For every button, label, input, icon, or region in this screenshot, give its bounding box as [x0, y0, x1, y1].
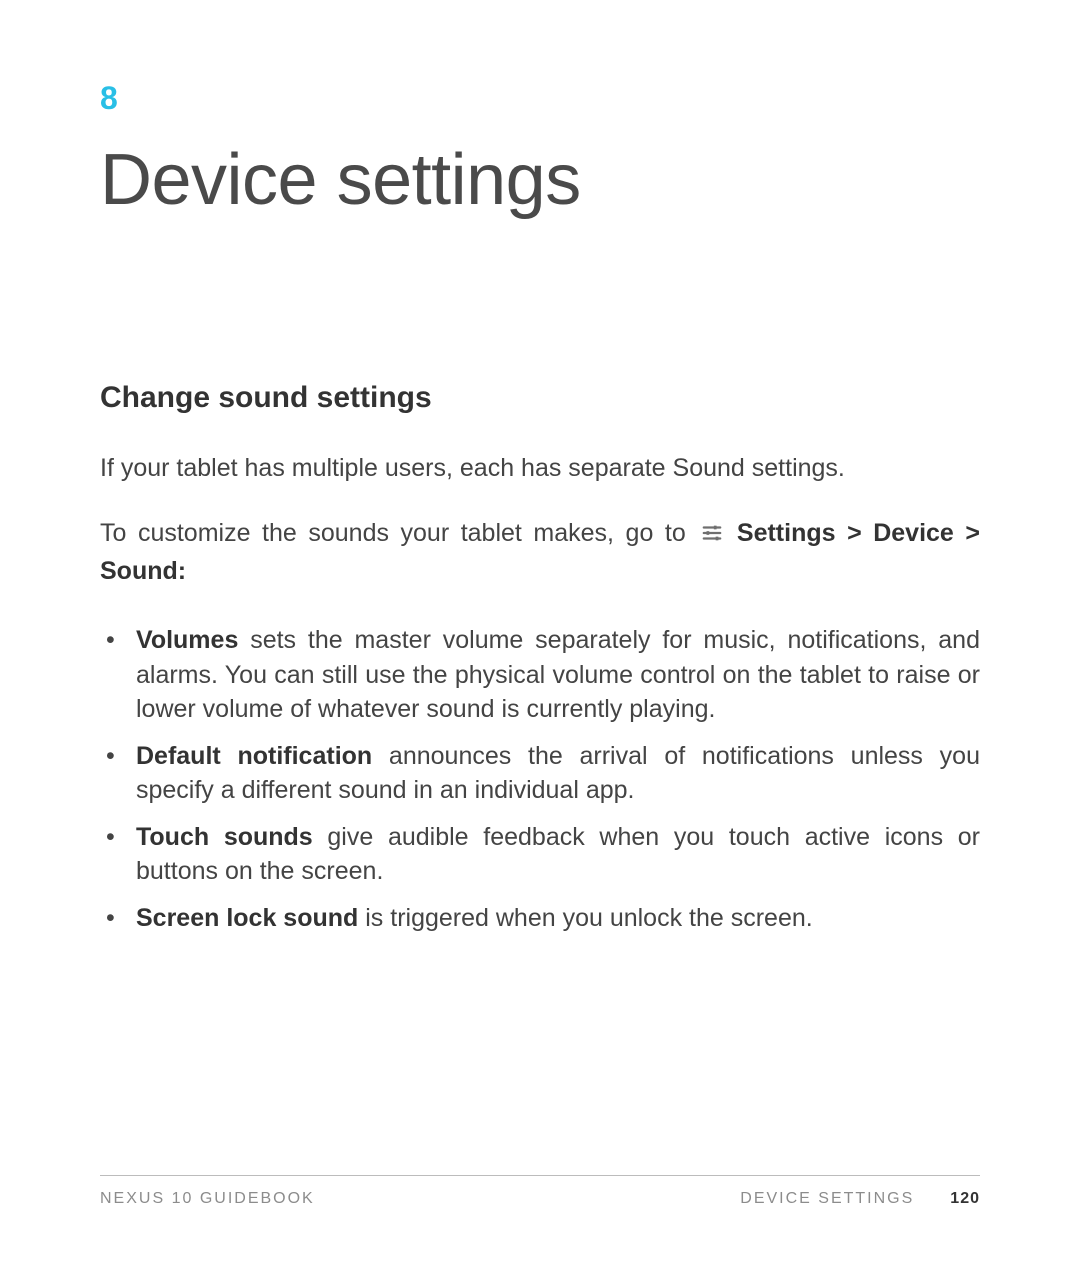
list-item-text: sets the master volume separately for mu…	[136, 626, 980, 723]
list-item: Touch sounds give audible feedback when …	[130, 820, 980, 889]
sliders-icon	[701, 519, 723, 554]
list-item-bold: Default notification	[136, 742, 372, 770]
list-item-bold: Screen lock sound	[136, 904, 358, 932]
list-item-text: is triggered when you unlock the screen.	[358, 904, 812, 932]
chapter-number: 8	[100, 80, 980, 117]
bullet-list: Volumes sets the master volume separatel…	[100, 623, 980, 935]
list-item: Screen lock sound is triggered when you …	[130, 901, 980, 936]
chapter-title: Device settings	[100, 139, 980, 221]
footer-left: NEXUS 10 GUIDEBOOK	[100, 1190, 315, 1208]
list-item: Default notification announces the arriv…	[130, 739, 980, 808]
footer-section: DEVICE SETTINGS	[740, 1190, 914, 1208]
intro-paragraph: If your tablet has multiple users, each …	[100, 451, 980, 486]
section-title: Change sound settings	[100, 381, 980, 415]
list-item-bold: Volumes	[136, 626, 238, 654]
page-number: 120	[950, 1190, 980, 1208]
list-item: Volumes sets the master volume separatel…	[130, 623, 980, 727]
page-footer: NEXUS 10 GUIDEBOOK DEVICE SETTINGS 120	[100, 1175, 980, 1208]
nav-paragraph-pre: To customize the sounds your tablet make…	[100, 519, 697, 547]
nav-paragraph: To customize the sounds your tablet make…	[100, 516, 980, 589]
list-item-bold: Touch sounds	[136, 823, 313, 851]
